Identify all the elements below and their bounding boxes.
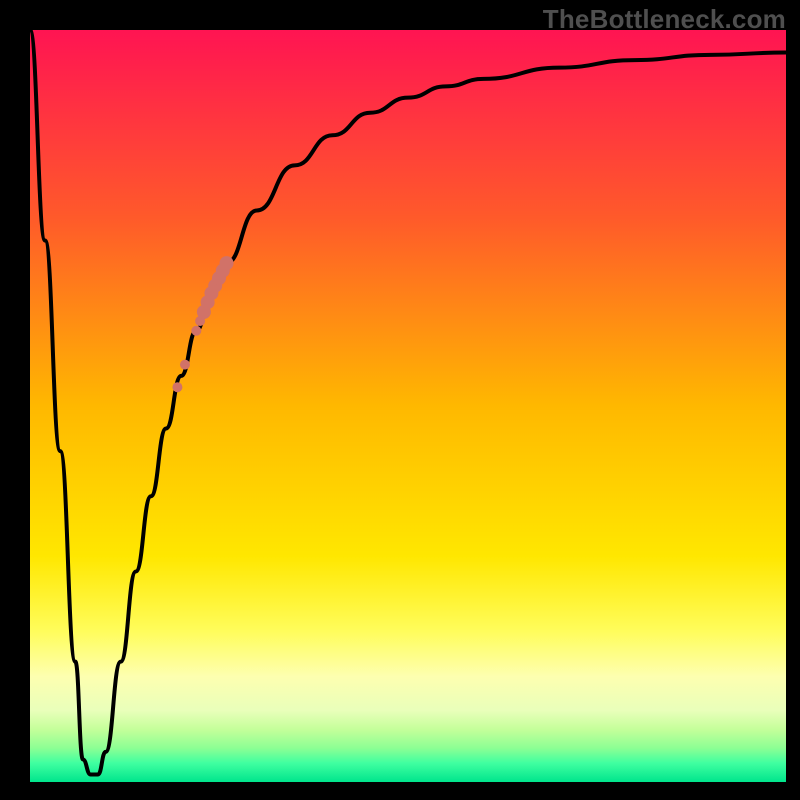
chart-marker: [172, 382, 182, 392]
chart-marker: [191, 326, 201, 336]
chart-frame: TheBottleneck.com: [0, 0, 800, 800]
bottleneck-chart: [30, 30, 786, 782]
chart-marker: [180, 360, 190, 370]
watermark-text: TheBottleneck.com: [543, 4, 786, 35]
chart-marker: [220, 256, 234, 270]
plot-area: [30, 30, 786, 782]
gradient-background: [30, 30, 786, 782]
